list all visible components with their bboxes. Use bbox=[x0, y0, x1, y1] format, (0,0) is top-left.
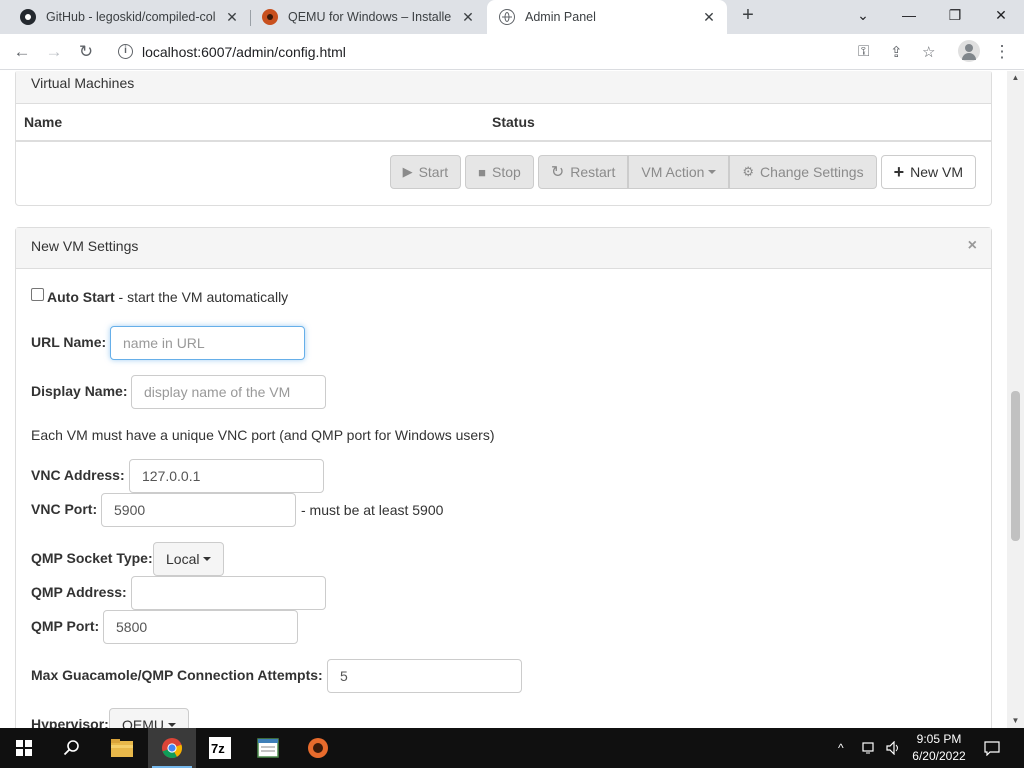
caret-down-icon bbox=[168, 723, 176, 727]
bookmark-star-icon[interactable]: ☆ bbox=[922, 43, 935, 61]
menu-dots-icon[interactable]: ⋮ bbox=[988, 39, 1016, 65]
windows-taskbar: 7z ^ 9:05 PM 6/20/2022 bbox=[0, 728, 1024, 768]
url-name-input[interactable] bbox=[110, 326, 305, 360]
vm-table-header: Name Status bbox=[16, 104, 991, 142]
restart-button[interactable]: ↻ Restart bbox=[537, 155, 629, 189]
browser-toolbar: ← → ↻ i localhost:6007/admin/config.html… bbox=[0, 34, 1024, 70]
play-icon: ▶ bbox=[402, 164, 413, 179]
settings-panel-heading: New VM Settings × bbox=[16, 228, 991, 269]
share-icon[interactable]: ⇪ bbox=[890, 43, 903, 61]
hypervisor-dropdown[interactable]: QEMU bbox=[109, 708, 189, 728]
auto-start-checkbox[interactable] bbox=[31, 288, 44, 301]
site-info-icon[interactable]: i bbox=[118, 44, 133, 59]
tab-title: GitHub - legoskid/compiled-colla bbox=[46, 10, 216, 24]
vnc-port-hint: - must be at least 5900 bbox=[301, 502, 444, 518]
max-attempts-label: Max Guacamole/QMP Connection Attempts: bbox=[31, 667, 323, 683]
new-tab-icon[interactable]: + bbox=[736, 4, 760, 28]
profile-avatar-icon[interactable] bbox=[958, 40, 980, 62]
column-status: Status bbox=[492, 114, 535, 130]
qmp-address-label: QMP Address: bbox=[31, 584, 127, 600]
close-icon[interactable]: × bbox=[968, 237, 977, 255]
tab-qemu[interactable]: QEMU for Windows – Installers (6 ✕ bbox=[250, 0, 486, 34]
caret-down-icon bbox=[203, 557, 212, 561]
qmp-socket-type-label: QMP Socket Type: bbox=[31, 550, 153, 566]
qmp-port-label: QMP Port: bbox=[31, 618, 100, 634]
tab-search-chevron-icon[interactable]: ⌄ bbox=[840, 0, 886, 30]
vnc-address-input[interactable] bbox=[129, 459, 324, 493]
globe-icon bbox=[499, 9, 515, 25]
vm-panel: Virtual Machines Name Status ▶ Start ■ Sto… bbox=[15, 71, 992, 206]
github-icon bbox=[20, 9, 36, 25]
scroll-up-icon[interactable]: ▲ bbox=[1007, 71, 1024, 85]
7zip-icon[interactable]: 7z bbox=[196, 728, 244, 768]
tab-title: QEMU for Windows – Installers (6 bbox=[288, 10, 452, 24]
scroll-down-icon[interactable]: ▼ bbox=[1007, 714, 1024, 728]
close-tab-icon[interactable]: ✕ bbox=[224, 9, 240, 26]
tab-strip: GitHub - legoskid/compiled-colla ✕ QEMU … bbox=[0, 0, 1024, 34]
page-content: Virtual Machines Name Status ▶ Start ■ Sto… bbox=[0, 71, 1024, 728]
refresh-icon: ↻ bbox=[550, 164, 565, 181]
qmp-socket-type-dropdown[interactable]: Local bbox=[153, 542, 225, 576]
max-attempts-input[interactable] bbox=[327, 659, 522, 693]
restore-icon[interactable]: ❐ bbox=[932, 0, 978, 30]
close-window-icon[interactable]: ✕ bbox=[978, 0, 1024, 30]
vm-panel-heading: Virtual Machines bbox=[16, 71, 991, 104]
close-tab-icon[interactable]: ✕ bbox=[460, 9, 476, 26]
show-hidden-icons-chevron-icon[interactable]: ^ bbox=[838, 728, 844, 768]
back-icon[interactable]: ← bbox=[8, 39, 36, 65]
tab-github[interactable]: GitHub - legoskid/compiled-colla ✕ bbox=[8, 0, 250, 34]
minimize-icon[interactable]: — bbox=[886, 0, 932, 30]
vm-button-row: ▶ Start ■ Stop ↻ Restart VM Action ⚙ Change … bbox=[386, 155, 976, 189]
new-vm-button[interactable]: + New VM bbox=[880, 155, 976, 189]
hypervisor-label: Hypervisor: bbox=[31, 716, 109, 728]
forward-icon[interactable]: → bbox=[40, 39, 68, 65]
clock-date: 6/20/2022 bbox=[912, 749, 966, 763]
caret-down-icon bbox=[708, 170, 717, 174]
reload-icon[interactable]: ↻ bbox=[72, 39, 100, 65]
start-icon[interactable] bbox=[0, 728, 48, 768]
vnc-port-label: VNC Port: bbox=[31, 501, 98, 517]
svg-text:7z: 7z bbox=[211, 741, 225, 756]
volume-icon[interactable] bbox=[886, 728, 902, 768]
stop-icon: ■ bbox=[478, 164, 487, 180]
tab-title: Admin Panel bbox=[525, 10, 596, 24]
notification-icon[interactable] bbox=[984, 728, 1000, 768]
start-button[interactable]: ▶ Start bbox=[389, 155, 462, 189]
url-name-label: URL Name: bbox=[31, 334, 107, 350]
qemu-icon[interactable] bbox=[294, 728, 342, 768]
chrome-icon[interactable] bbox=[148, 728, 196, 768]
vnc-note: Each VM must have a unique VNC port (and… bbox=[31, 427, 495, 443]
page-scrollbar[interactable]: ▲ ▼ bbox=[1007, 71, 1024, 728]
vnc-port-input[interactable] bbox=[101, 493, 296, 527]
qemu-icon bbox=[262, 9, 278, 25]
display-name-input[interactable] bbox=[131, 375, 326, 409]
qmp-address-input[interactable] bbox=[131, 576, 326, 610]
scrollbar-thumb[interactable] bbox=[1011, 391, 1020, 541]
vnc-address-label: VNC Address: bbox=[31, 467, 125, 483]
gear-icon: ⚙ bbox=[742, 164, 755, 179]
close-tab-icon[interactable]: ✕ bbox=[701, 9, 717, 26]
taskbar-clock[interactable]: 9:05 PM 6/20/2022 bbox=[906, 731, 972, 765]
key-icon[interactable]: ⚿ bbox=[858, 43, 869, 60]
search-icon[interactable] bbox=[48, 728, 96, 768]
notepad-icon[interactable] bbox=[244, 728, 292, 768]
address-bar[interactable]: i localhost:6007/admin/config.html ⚿ ⇪ ☆ bbox=[108, 38, 988, 66]
stop-button[interactable]: ■ Stop bbox=[465, 155, 534, 189]
display-name-label: Display Name: bbox=[31, 383, 128, 399]
url-text: localhost:6007/admin/config.html bbox=[142, 44, 346, 60]
change-settings-button[interactable]: ⚙ Change Settings bbox=[729, 155, 877, 189]
auto-start-label: Auto Start - start the VM automatically bbox=[47, 289, 289, 305]
network-icon[interactable] bbox=[862, 728, 878, 768]
settings-panel-title: New VM Settings bbox=[31, 238, 139, 254]
clock-time: 9:05 PM bbox=[916, 732, 962, 746]
tab-admin-panel[interactable]: Admin Panel ✕ bbox=[487, 0, 727, 34]
plus-icon: + bbox=[893, 161, 905, 182]
qmp-port-input[interactable] bbox=[103, 610, 298, 644]
file-explorer-icon[interactable] bbox=[98, 728, 146, 768]
column-name: Name bbox=[24, 114, 63, 130]
vm-action-dropdown[interactable]: VM Action bbox=[628, 155, 730, 189]
